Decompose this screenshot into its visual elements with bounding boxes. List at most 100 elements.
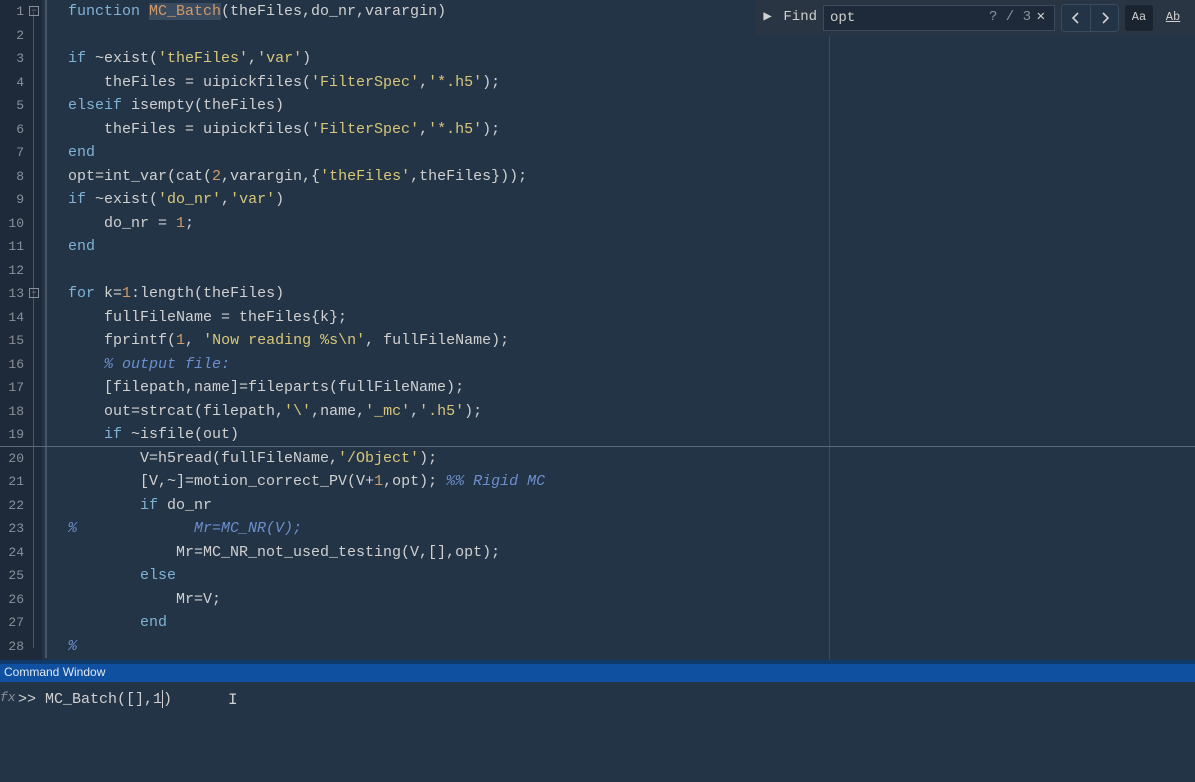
line-number: 4: [0, 71, 24, 95]
code-line[interactable]: %: [56, 635, 1195, 659]
code-line[interactable]: % Mr=MC_NR(V);: [56, 517, 1195, 541]
line-number: 25: [0, 564, 24, 588]
line-number: 11: [0, 235, 24, 259]
active-section-marker: [45, 494, 47, 518]
line-number: 22: [0, 494, 24, 518]
code-token: end: [68, 144, 95, 161]
code-token: 1: [176, 215, 185, 232]
code-area[interactable]: function MC_Batch(theFiles,do_nr,varargi…: [56, 0, 1195, 660]
code-line[interactable]: end: [56, 235, 1195, 259]
code-token: '*.h5': [428, 121, 482, 138]
code-token: 1: [374, 473, 383, 490]
active-section-marker: [45, 423, 47, 447]
line-number: 16: [0, 353, 24, 377]
code-token: ~isfile(out): [131, 426, 239, 443]
code-token: MC_Batch: [149, 3, 221, 20]
code-token: [V,~]=motion_correct_PV(V+: [68, 473, 374, 490]
code-token: Mr=MC_NR_not_used_testing(V,[],opt);: [68, 544, 500, 561]
active-section-marker: [45, 24, 47, 48]
code-token: ~exist(: [95, 50, 158, 67]
code-token: );: [419, 450, 437, 467]
find-prev-button[interactable]: [1062, 5, 1090, 31]
active-section-marker: [45, 470, 47, 494]
active-section-marker: [45, 212, 47, 236]
active-section-marker: [45, 47, 47, 71]
fx-icon[interactable]: fx: [0, 690, 14, 705]
code-line[interactable]: else: [56, 564, 1195, 588]
code-token: [68, 426, 104, 443]
code-token: ,: [248, 50, 257, 67]
code-line[interactable]: end: [56, 611, 1195, 635]
match-case-toggle[interactable]: Aa: [1125, 5, 1153, 31]
line-number: 27: [0, 611, 24, 635]
code-line[interactable]: elseif isempty(theFiles): [56, 94, 1195, 118]
code-token: 'theFiles': [320, 168, 410, 185]
code-line[interactable]: end: [56, 141, 1195, 165]
command-window-header[interactable]: Command Window: [0, 664, 1195, 682]
code-token: );: [482, 74, 500, 91]
find-nav-group: [1061, 4, 1119, 32]
active-section-marker: [45, 118, 47, 142]
code-line[interactable]: theFiles = uipickfiles('FilterSpec','*.h…: [56, 71, 1195, 95]
code-line[interactable]: Mr=MC_NR_not_used_testing(V,[],opt);: [56, 541, 1195, 565]
code-line[interactable]: % output file:: [56, 353, 1195, 377]
code-token: ,: [185, 332, 203, 349]
code-token: );: [482, 121, 500, 138]
code-token: opt=int_var(cat(: [68, 168, 212, 185]
code-token: ;: [185, 215, 194, 232]
code-line[interactable]: out=strcat(filepath,'\',name,'_mc','.h5'…: [56, 400, 1195, 424]
fold-toggle[interactable]: −: [29, 288, 39, 298]
code-line[interactable]: [filepath,name]=fileparts(fullFileName);: [56, 376, 1195, 400]
line-number: 9: [0, 188, 24, 212]
code-token: ,: [419, 121, 428, 138]
line-number: 15: [0, 329, 24, 353]
active-section-marker: [45, 400, 47, 424]
editor-pane: 1234567891011121314151617181920212223242…: [0, 0, 1195, 661]
code-line[interactable]: theFiles = uipickfiles('FilterSpec','*.h…: [56, 118, 1195, 142]
line-number: 1: [0, 0, 24, 24]
code-token: end: [140, 614, 167, 631]
code-token: % output file:: [104, 356, 230, 373]
command-window-body[interactable]: fx >> MC_Batch([],1) I: [0, 682, 1195, 782]
code-token: ): [275, 191, 284, 208]
active-section-marker: [45, 0, 47, 24]
code-token: do_nr: [167, 497, 212, 514]
find-expand-icon[interactable]: ▶: [763, 11, 777, 25]
code-line[interactable]: [V,~]=motion_correct_PV(V+1,opt); %% Rig…: [56, 470, 1195, 494]
line-number: 18: [0, 400, 24, 424]
line-number: 7: [0, 141, 24, 165]
code-line[interactable]: fullFileName = theFiles{k};: [56, 306, 1195, 330]
line-number: 13: [0, 282, 24, 306]
code-line[interactable]: do_nr = 1;: [56, 212, 1195, 236]
code-token: ,theFiles}));: [410, 168, 527, 185]
code-token: if: [140, 497, 167, 514]
code-token: '*.h5': [428, 74, 482, 91]
code-token: 'FilterSpec': [311, 121, 419, 138]
fold-toggle[interactable]: −: [29, 6, 39, 16]
code-token: isempty(theFiles): [131, 97, 284, 114]
code-token: , fullFileName);: [365, 332, 509, 349]
find-next-button[interactable]: [1090, 5, 1118, 31]
code-line[interactable]: for k=1:length(theFiles): [56, 282, 1195, 306]
code-line[interactable]: [56, 259, 1195, 283]
command-prompt[interactable]: >> MC_Batch([],1): [18, 690, 172, 708]
active-section-marker: [45, 376, 47, 400]
find-clear-button[interactable]: ✕: [1033, 6, 1049, 30]
find-bar: ▶ Find ? / 3 ✕ Aa Ab: [755, 0, 1195, 36]
code-line[interactable]: Mr=V;: [56, 588, 1195, 612]
active-section-marker: [45, 141, 47, 165]
whole-word-toggle[interactable]: Ab: [1159, 5, 1187, 31]
code-line[interactable]: if ~exist('theFiles','var'): [56, 47, 1195, 71]
code-token: elseif: [68, 97, 131, 114]
code-line[interactable]: if ~isfile(out): [56, 423, 1195, 447]
mouse-ibeam-icon: I: [228, 691, 238, 709]
code-token: [68, 356, 104, 373]
active-section-marker: [45, 541, 47, 565]
code-line[interactable]: if do_nr: [56, 494, 1195, 518]
code-line[interactable]: fprintf(1, 'Now reading %s\n', fullFileN…: [56, 329, 1195, 353]
code-line[interactable]: opt=int_var(cat(2,varargin,{'theFiles',t…: [56, 165, 1195, 189]
active-section-marker: [45, 306, 47, 330]
code-line[interactable]: if ~exist('do_nr','var'): [56, 188, 1195, 212]
code-line[interactable]: V=h5read(fullFileName,'/Object');: [56, 447, 1195, 471]
code-token: Mr=V;: [68, 591, 221, 608]
